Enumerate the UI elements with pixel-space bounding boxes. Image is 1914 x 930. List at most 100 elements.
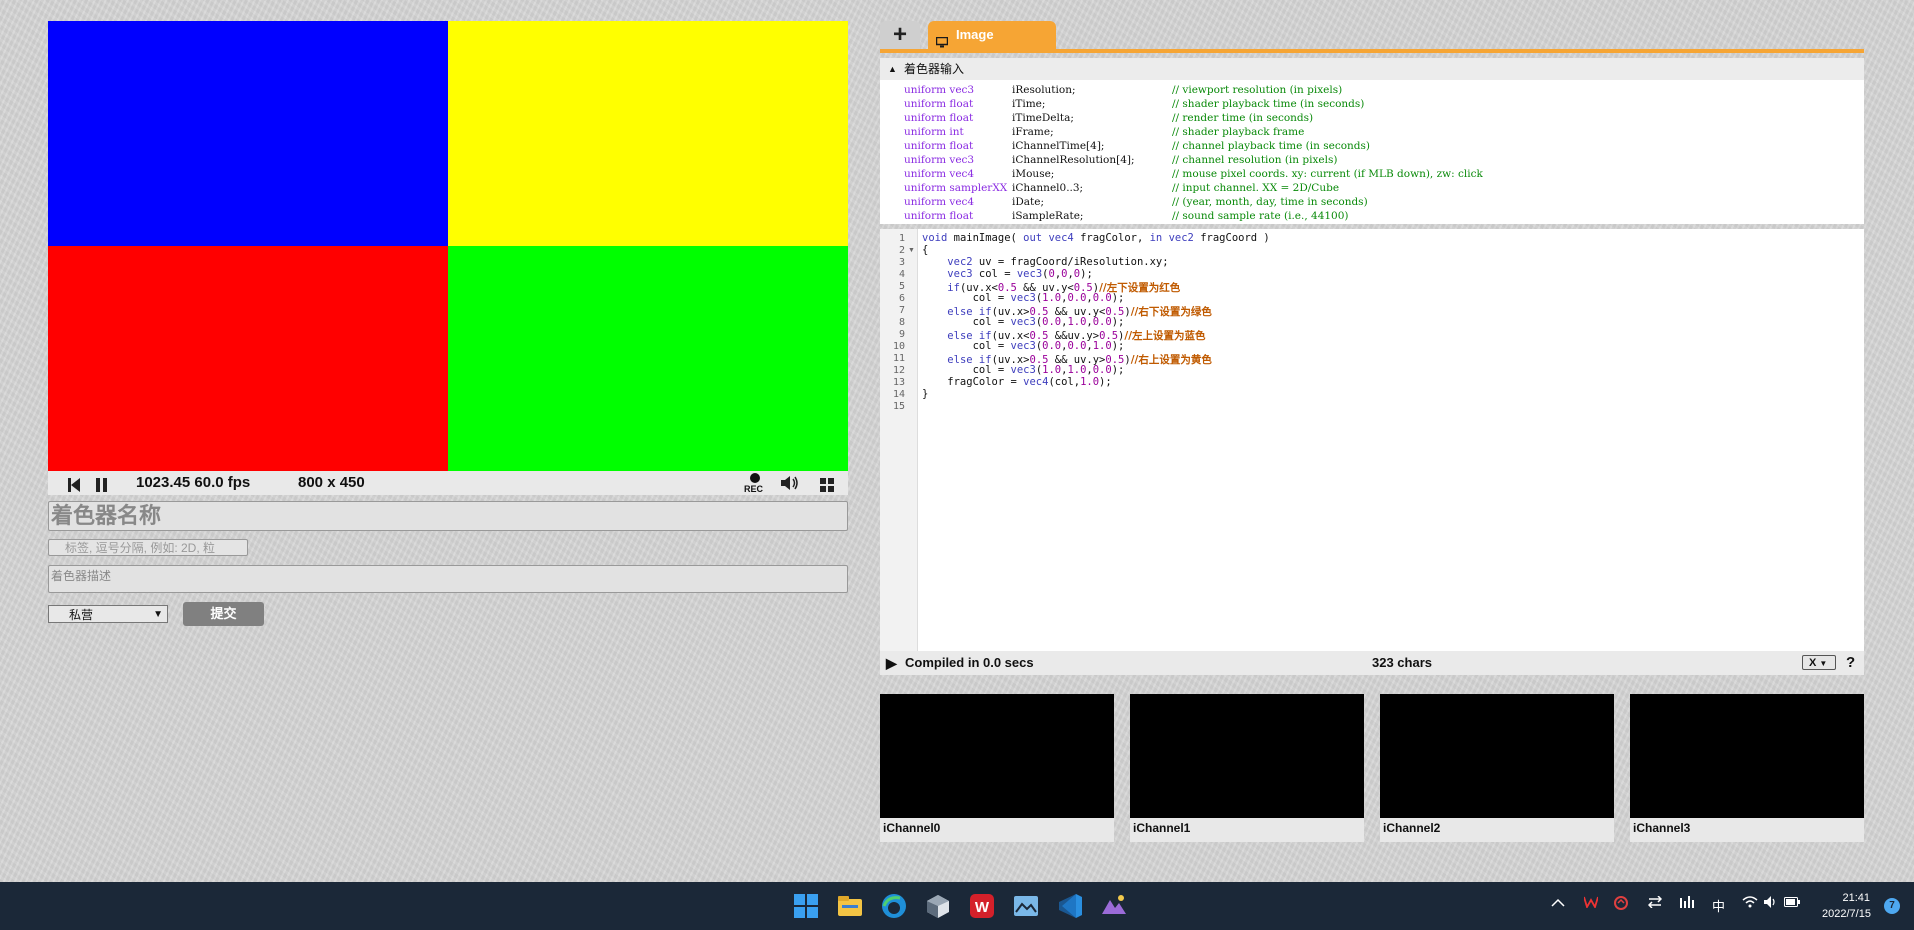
channel-label: iChannel0 [883, 821, 941, 835]
code-line: vec2 uv = fragCoord/iResolution.xy; [947, 256, 1169, 268]
channel-2[interactable]: iChannel2 [1380, 694, 1614, 842]
channel-label: iChannel3 [1633, 821, 1691, 835]
rec-label: REC [744, 484, 764, 494]
code-line: fragColor = vec4(col,1.0); [922, 376, 1112, 388]
speaker-icon[interactable] [1764, 896, 1778, 911]
submit-button[interactable]: 提交 [183, 602, 264, 626]
quadrant-bottom-right [448, 246, 848, 471]
shader-canvas[interactable] [48, 21, 848, 471]
compile-status: Compiled in 0.0 secs [905, 655, 1034, 670]
shader-name-input[interactable]: 着色器名称 [48, 501, 848, 531]
transfer-icon[interactable] [1647, 895, 1663, 911]
line-number: 8 [898, 317, 905, 328]
line-number: 2 [898, 245, 905, 256]
clock-time: 21:41 [1842, 892, 1870, 904]
wps-tray-icon[interactable] [1583, 896, 1599, 911]
code-line: void mainImage( out vec4 fragColor, in v… [922, 232, 1270, 244]
battery-icon[interactable] [1784, 896, 1800, 911]
shader-inputs-toggle[interactable]: ▲ 着色器输入 [880, 58, 1864, 80]
fold-arrow-icon[interactable]: ▼ [908, 247, 915, 254]
tags-input[interactable]: 标签, 逗号分隔, 例如: 2D, 粒 [48, 539, 248, 556]
equalizer-icon[interactable] [1680, 896, 1694, 911]
line-number: 6 [898, 293, 905, 304]
3d-box-icon[interactable] [924, 892, 952, 920]
record-button[interactable]: REC [743, 473, 767, 495]
line-number: 10 [892, 341, 905, 352]
font-size-select[interactable]: X ▼ [1802, 655, 1836, 670]
code-line: col = vec3(0.0,1.0,0.0); [922, 316, 1125, 328]
code-line: col = vec3(0.0,0.0,1.0); [922, 340, 1125, 352]
line-number: 12 [892, 365, 905, 376]
notification-badge[interactable]: 7 [1884, 898, 1900, 914]
line-number: 4 [898, 269, 905, 280]
tab-image-label: Image [956, 27, 994, 42]
uniforms-panel: uniform vec3 iResolution;// viewport reso… [880, 80, 1864, 224]
system-clock[interactable]: 21:41 2022/7/15 [1822, 890, 1871, 922]
edge-icon[interactable] [880, 892, 908, 920]
line-number: 13 [892, 377, 905, 388]
rewind-icon[interactable] [68, 476, 80, 492]
char-count: 323 chars [1372, 655, 1432, 670]
code-line: vec3 col = vec3(0,0,0); [947, 268, 1093, 280]
channel-0[interactable]: iChannel0 [880, 694, 1114, 842]
quadrant-bottom-left [48, 246, 448, 471]
channel-preview [1630, 694, 1864, 818]
code-line: } [922, 388, 929, 400]
ime-indicator[interactable]: 中 [1712, 896, 1725, 915]
collapse-triangle-icon: ▲ [888, 64, 897, 74]
file-explorer-icon[interactable] [836, 892, 864, 920]
volume-icon[interactable] [781, 475, 801, 491]
line-number: 14 [892, 389, 905, 400]
player-controls: 1023.45 60.0 fps 800 x 450 REC [48, 471, 848, 495]
visibility-select[interactable]: 私营 ▼ [48, 605, 168, 623]
channel-preview [880, 694, 1114, 818]
line-number: 5 [898, 281, 905, 292]
status-bar: ▶ Compiled in 0.0 secs 323 chars X ▼ ? [880, 651, 1864, 675]
code-editor[interactable]: 1 2 ▼ 3 4 5 6 7 8 9 10 11 12 13 14 15 void mainImage( o… [880, 229, 1864, 651]
mountain-app-icon[interactable] [1100, 892, 1128, 920]
chevron-down-icon: ▼ [153, 609, 163, 620]
vscode-icon[interactable] [1056, 892, 1084, 920]
line-number: 3 [898, 257, 905, 268]
line-number: 15 [892, 401, 905, 412]
channel-label: iChannel1 [1133, 821, 1191, 835]
monitor-icon [935, 30, 949, 58]
tab-image[interactable]: Image [928, 21, 1056, 49]
visibility-value: 私营 [69, 608, 94, 622]
wps-icon[interactable]: W [968, 892, 996, 920]
channel-preview [1130, 694, 1364, 818]
line-number: 9 [898, 329, 905, 340]
channel-1[interactable]: iChannel1 [1130, 694, 1364, 842]
channel-label: iChannel2 [1383, 821, 1441, 835]
line-number: 11 [892, 353, 905, 364]
add-tab-button[interactable]: + [880, 21, 920, 49]
tab-underline [880, 49, 1864, 53]
record-icon [750, 473, 760, 483]
svg-text:W: W [975, 899, 990, 916]
code-line: col = vec3(1.0,1.0,0.0); [922, 364, 1125, 376]
description-input[interactable]: 着色器描述 [48, 565, 848, 593]
fps-readout: 1023.45 60.0 fps [136, 474, 251, 491]
line-number: 1 [898, 233, 905, 244]
resolution-readout: 800 x 450 [298, 474, 365, 491]
quadrant-top-right [448, 21, 848, 246]
compile-play-icon[interactable]: ▶ [886, 651, 897, 675]
line-number: 7 [898, 305, 905, 316]
line-gutter: 1 2 ▼ 3 4 5 6 7 8 9 10 11 12 13 14 15 [880, 229, 918, 651]
shader-inputs-title: 着色器输入 [904, 62, 965, 76]
clock-date: 2022/7/15 [1822, 908, 1871, 920]
image-viewer-icon[interactable] [1012, 892, 1040, 920]
code-line: col = vec3(1.0,0.0,0.0); [922, 292, 1125, 304]
chevron-up-icon[interactable] [1551, 896, 1565, 911]
quadrant-top-left [48, 21, 448, 246]
taskbar: W 中 21:41 2022/7/15 7 [0, 882, 1914, 930]
channel-preview [1380, 694, 1614, 818]
help-button[interactable]: ? [1846, 651, 1855, 675]
start-icon[interactable] [792, 892, 820, 920]
pause-icon[interactable] [96, 476, 107, 492]
channel-3[interactable]: iChannel3 [1630, 694, 1864, 842]
antivirus-icon[interactable] [1614, 896, 1628, 913]
code-line: { [922, 244, 929, 256]
wifi-icon[interactable] [1742, 896, 1758, 911]
fullscreen-icon[interactable] [820, 476, 834, 492]
